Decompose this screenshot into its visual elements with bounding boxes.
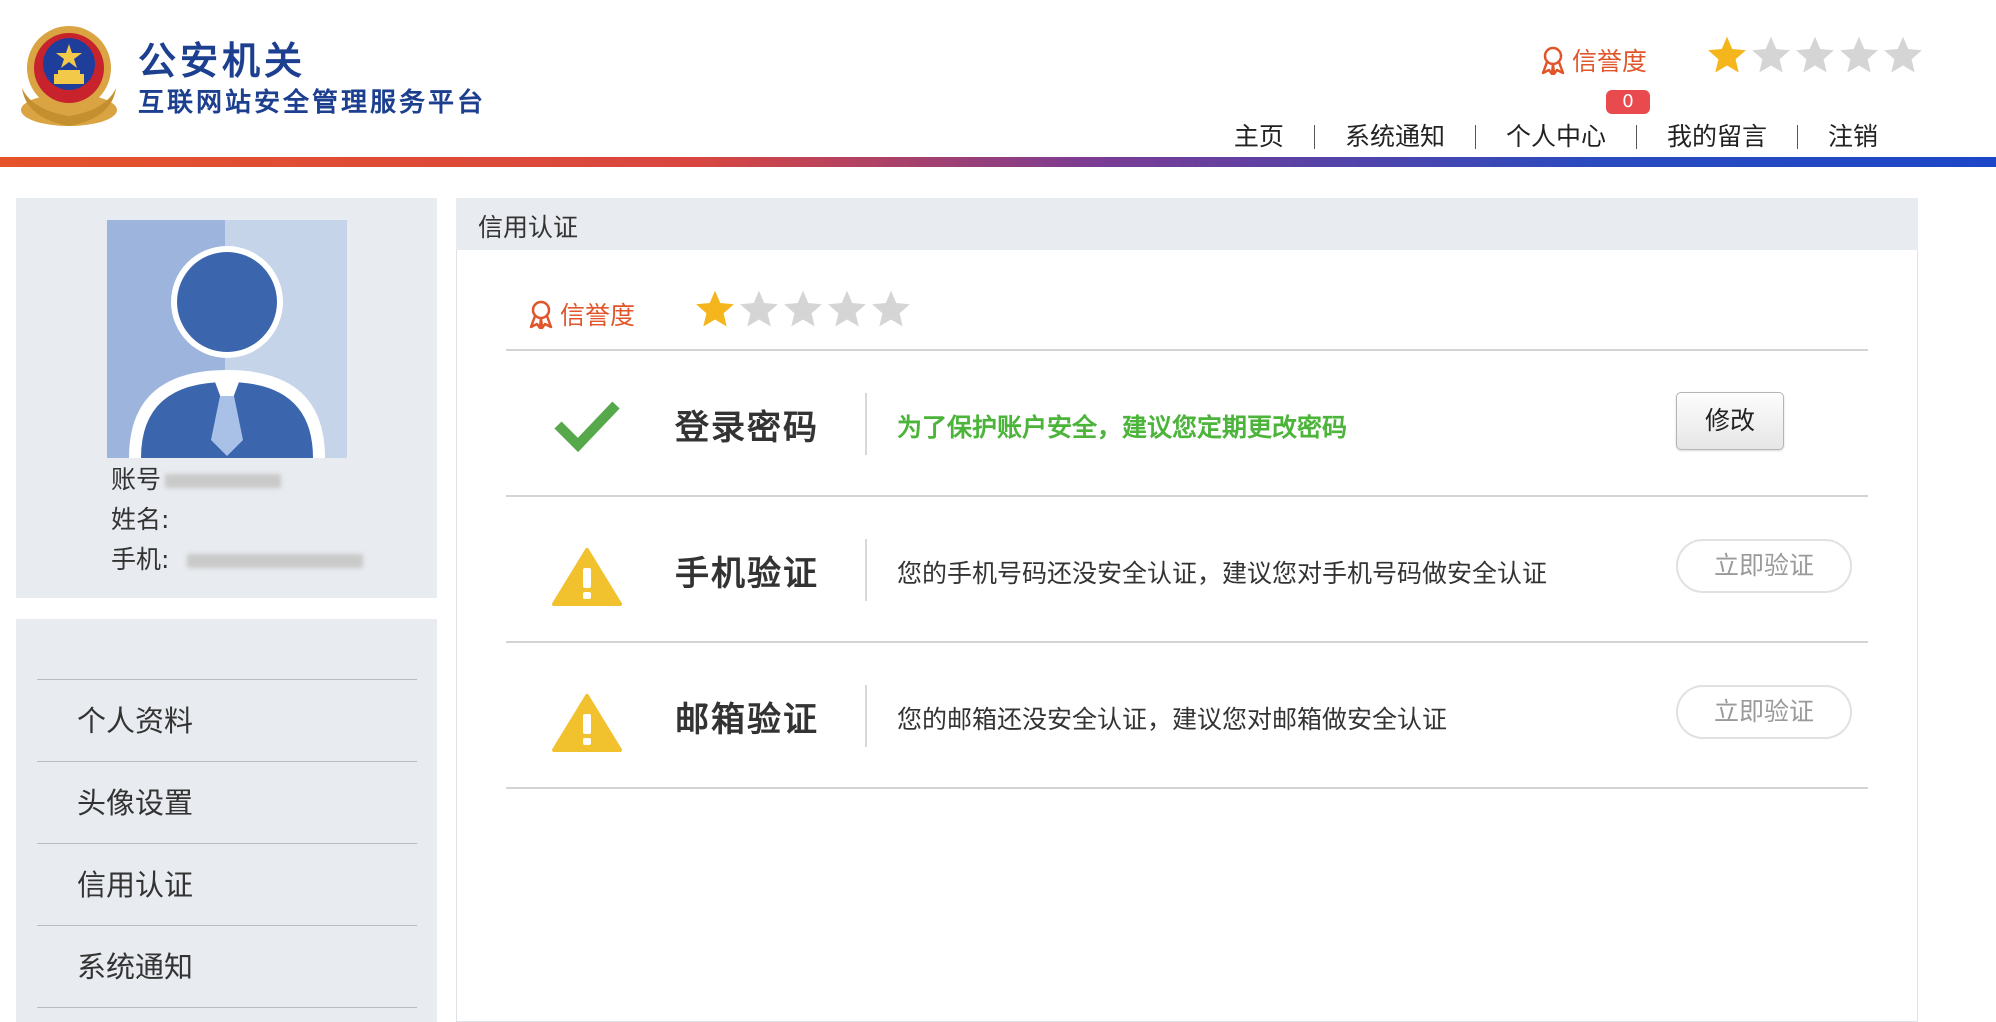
account-row: 账号 — [111, 460, 363, 500]
check-icon — [554, 401, 620, 453]
rating-stars — [1706, 34, 1924, 76]
modify-password-button[interactable]: 修改 — [1676, 392, 1784, 450]
star-empty-icon — [740, 290, 778, 327]
nav-my-messages-link[interactable]: 我的留言 — [1637, 120, 1797, 154]
email-verification-title: 邮箱验证 — [675, 700, 819, 740]
reputation-indicator: 信誉度 — [1540, 42, 1647, 78]
panel-reputation-label: 信誉度 — [560, 301, 636, 330]
sidebar-item-avatar-settings[interactable]: 头像设置 — [37, 762, 417, 844]
brand-title: 公安机关 — [138, 39, 307, 83]
reputation-label: 信誉度 — [1572, 47, 1648, 76]
star-empty-icon — [784, 290, 822, 327]
panel-rating-stars — [694, 288, 912, 330]
star-empty-icon — [828, 290, 866, 327]
header-divider-bar — [0, 157, 1996, 167]
row-divider — [506, 641, 1868, 643]
verify-email-button[interactable]: 立即验证 — [1676, 685, 1852, 739]
row-divider — [506, 349, 1868, 351]
row-separator — [865, 539, 867, 601]
phone-verification-title: 手机验证 — [675, 554, 819, 594]
row-separator — [865, 393, 867, 455]
phone-value-redacted — [187, 554, 364, 568]
star-empty-icon — [1884, 36, 1922, 73]
phone-label: 手机: — [111, 545, 170, 574]
login-password-description: 为了保护账户安全，建议您定期更改密码 — [897, 413, 1348, 442]
sidebar-menu: 个人资料 头像设置 信用认证 系统通知 — [37, 679, 417, 1008]
name-label: 姓名: — [111, 505, 170, 534]
ribbon-award-icon — [1541, 46, 1565, 75]
nav-home-link[interactable]: 主页 — [1204, 120, 1314, 154]
account-label: 账号 — [111, 465, 162, 494]
warning-icon — [552, 694, 622, 752]
credit-verification-panel — [456, 198, 1918, 1022]
ribbon-award-icon — [529, 300, 553, 329]
star-empty-icon — [1752, 36, 1790, 73]
sidebar-item-personal-info[interactable]: 个人资料 — [37, 680, 417, 762]
name-row: 姓名: — [111, 500, 363, 540]
star-empty-icon — [872, 290, 910, 327]
nav-logout-link[interactable]: 注销 — [1798, 120, 1908, 154]
row-divider — [506, 495, 1868, 497]
account-value-redacted — [165, 474, 282, 488]
sidebar-item-credit-verification[interactable]: 信用认证 — [37, 844, 417, 926]
email-verification-description: 您的邮箱还没安全认证，建议您对邮箱做安全认证 — [897, 705, 1448, 734]
verify-phone-button[interactable]: 立即验证 — [1676, 539, 1852, 593]
brand-subtitle: 互联网站安全管理服务平台 — [138, 88, 487, 118]
phone-row: 手机: — [111, 540, 364, 580]
notification-count-badge: 0 — [1606, 90, 1650, 114]
sidebar-item-system-notifications[interactable]: 系统通知 — [37, 926, 417, 1008]
star-filled-icon — [696, 290, 734, 327]
profile-info: 账号 姓名: 手机: — [111, 460, 364, 580]
warning-icon — [552, 548, 622, 606]
star-empty-icon — [1840, 36, 1878, 73]
row-divider — [506, 787, 1868, 789]
panel-reputation-indicator: 信誉度 — [528, 296, 635, 332]
panel-title: 信用认证 — [478, 213, 579, 242]
panel-header — [456, 198, 1918, 250]
nav-notifications-link[interactable]: 系统通知 — [1315, 120, 1475, 154]
police-emblem-logo — [21, 26, 117, 126]
phone-verification-description: 您的手机号码还没安全认证，建议您对手机号码做安全认证 — [897, 559, 1548, 588]
star-filled-icon — [1708, 36, 1746, 73]
top-navigation: 主页 系统通知 个人中心 我的留言 注销 — [1204, 120, 1908, 154]
star-empty-icon — [1796, 36, 1834, 73]
row-separator — [865, 685, 867, 747]
nav-personal-center-link[interactable]: 个人中心 — [1476, 120, 1636, 154]
user-avatar — [107, 220, 347, 458]
site-header: 公安机关 互联网站安全管理服务平台 信誉度 0 主页 系统通知 个人中心 我的留… — [0, 0, 1996, 168]
login-password-title: 登录密码 — [675, 408, 819, 448]
